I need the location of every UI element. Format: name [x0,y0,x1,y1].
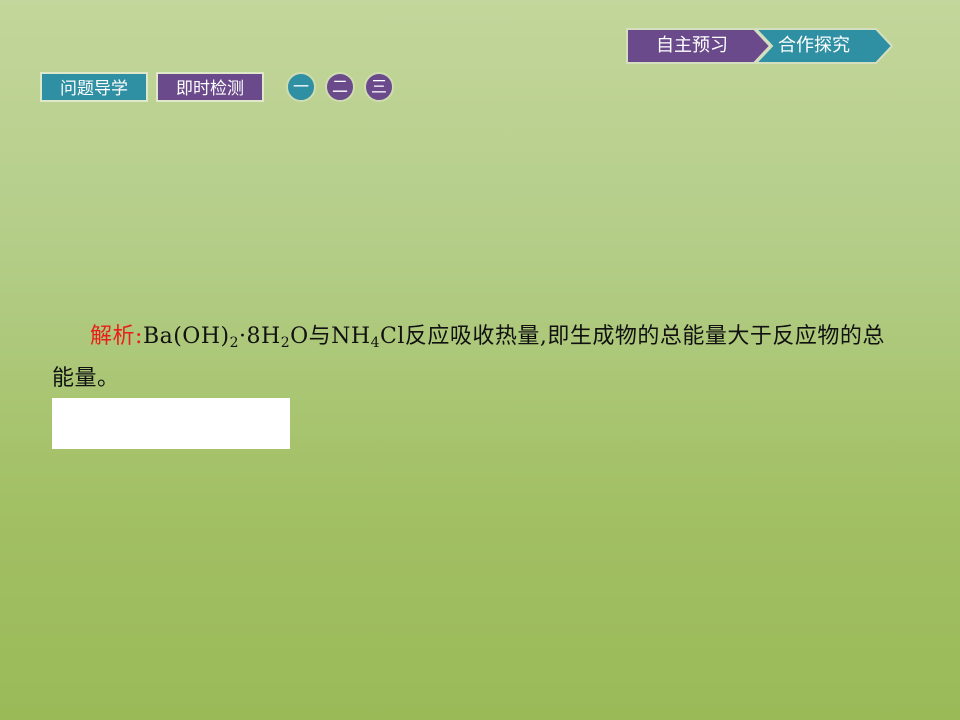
section-three-button[interactable]: 三 [364,72,394,102]
formula-h-subscript: 2 [280,335,291,351]
analysis-colon: : [135,324,143,349]
tab-instant-check[interactable]: 即时检测 [156,72,264,102]
formula-ba: Ba(OH) [142,324,230,349]
nav-preview-button[interactable]: 自主预习 [626,28,758,64]
formula-n-subscript: 4 [370,335,381,351]
analysis-label: 解析 [90,324,136,349]
nav-explore-button[interactable]: 合作探究 [762,28,866,64]
tab-problem-guide[interactable]: 问题导学 [40,72,148,102]
analysis-paragraph: 解析:Ba(OH)2·8H2O与NH4Cl反应吸收热量,即生成物的总能量大于反应… [52,316,904,400]
formula-ba-subscript: 2 [229,335,240,351]
section-two-button[interactable]: 二 [325,72,355,102]
blank-answer-box [52,398,290,449]
section-one-button[interactable]: 一 [286,72,316,102]
formula-hydrate: ·8H [239,324,281,349]
formula-o-and-nh: O与NH [290,324,371,349]
top-navigation: 自主预习 合作探究 [626,28,894,64]
